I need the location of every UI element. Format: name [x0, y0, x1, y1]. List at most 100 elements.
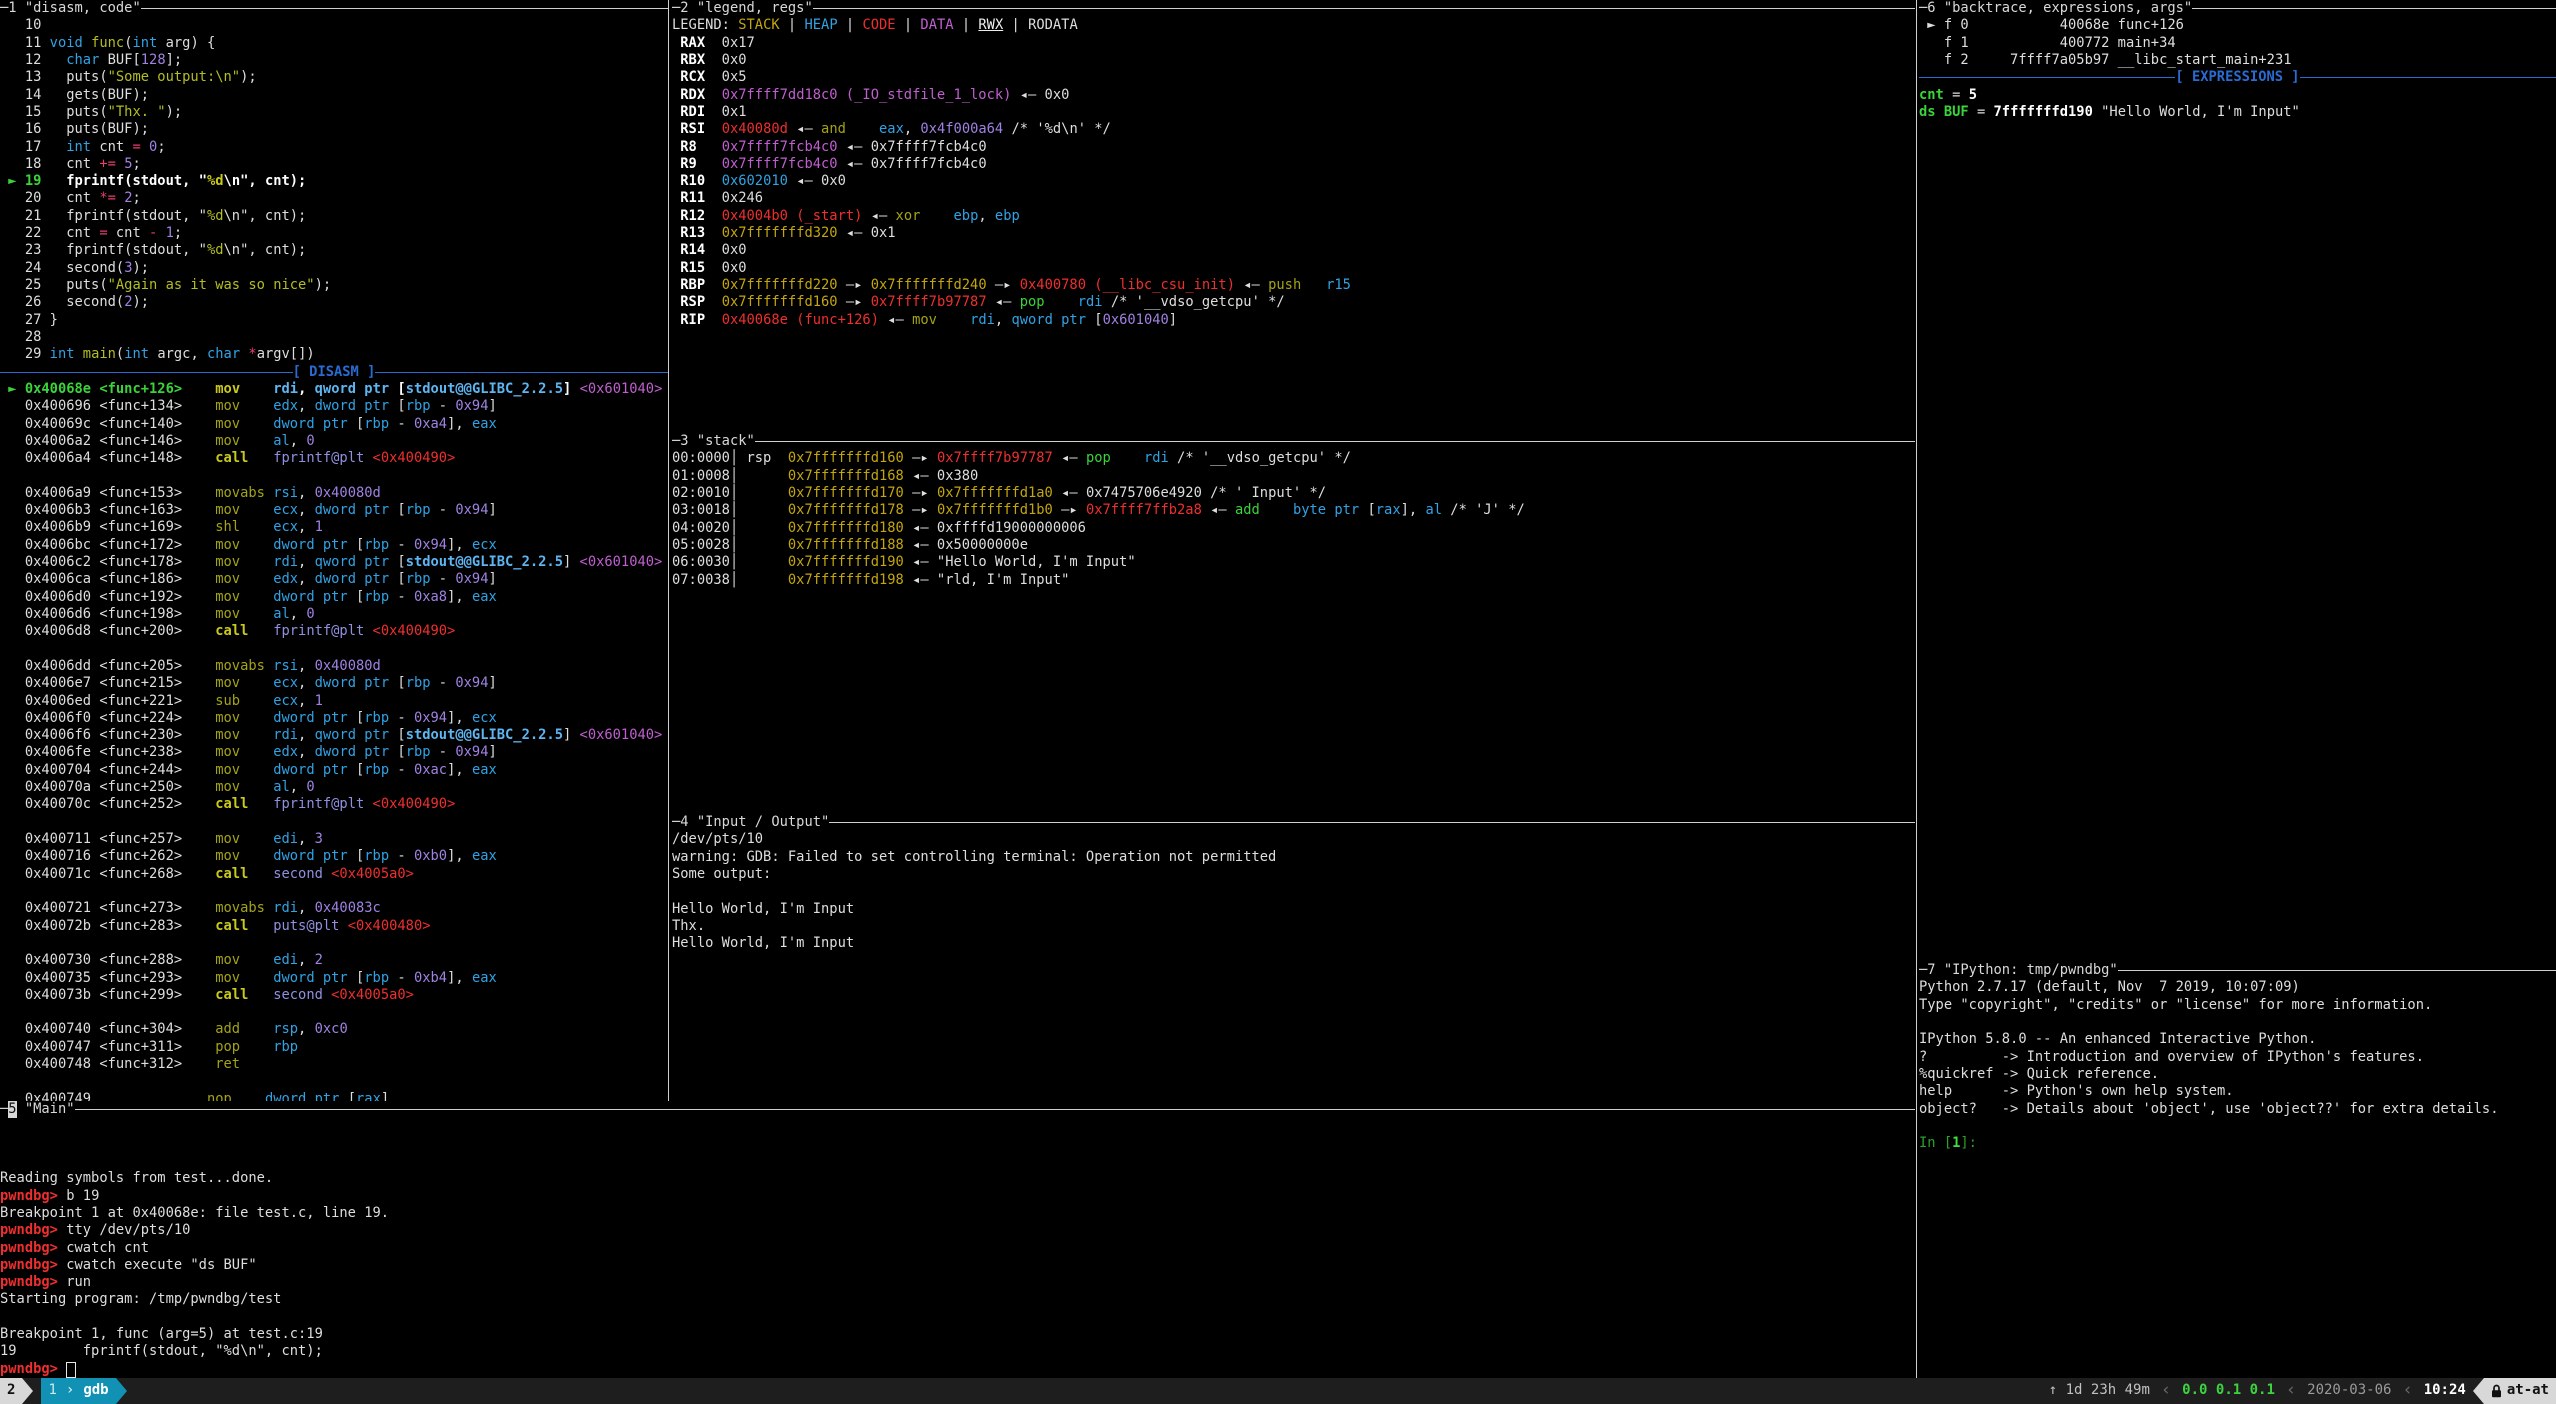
- spacer: [33, 1378, 41, 1404]
- terminal-line: [0, 467, 668, 484]
- terminal-line: 0x4006fe <func+238> mov edx, dword ptr […: [0, 744, 668, 761]
- section-separator: [ DISASM ]: [0, 364, 668, 381]
- chevron-right-icon: ›: [64, 1378, 76, 1404]
- terminal-line: RBP 0x7fffffffd220 —▸ 0x7fffffffd240 —▸ …: [672, 277, 1915, 294]
- terminal-line: 0x400735 <func+293> mov dword ptr [rbp -…: [0, 970, 668, 987]
- terminal-line: 0x4006f0 <func+224> mov dword ptr [rbp -…: [0, 710, 668, 727]
- terminal-line: IPython 5.8.0 -- An enhanced Interactive…: [1919, 1031, 2556, 1048]
- terminal-line: Python 2.7.17 (default, Nov 7 2019, 10:0…: [1919, 979, 2556, 996]
- terminal-line: [672, 883, 1915, 900]
- terminal-line: 23 fprintf(stdout, "%d\n", cnt);: [0, 242, 668, 259]
- section-separator-label: [ DISASM ]: [293, 364, 376, 381]
- terminal-line: 0x40069c <func+140> mov dword ptr [rbp -…: [0, 416, 668, 433]
- terminal-line: cnt = 5: [1919, 87, 2556, 104]
- terminal-line: 25 puts("Again as it was so nice");: [0, 277, 668, 294]
- pane-border-horizontal: [755, 441, 1915, 442]
- terminal-line: 0x400721 <func+273> movabs rdi, 0x40083c: [0, 900, 668, 917]
- terminal-line: 29 int main(int argc, char *argv[]): [0, 346, 668, 363]
- terminal-line: 11 void func(int arg) {: [0, 35, 668, 52]
- pane-disasm-code[interactable]: ─1 "disasm, code" 10 11 void func(int ar…: [0, 0, 668, 1101]
- terminal-line: ► 19 fprintf(stdout, "%d\n", cnt);: [0, 173, 668, 190]
- window-name-gdb[interactable]: gdb: [76, 1378, 115, 1404]
- terminal-line: RCX 0x5: [672, 69, 1915, 86]
- pane-border-vertical[interactable]: [668, 0, 669, 1101]
- terminal-line: 0x4006dd <func+205> movabs rsi, 0x40080d: [0, 658, 668, 675]
- pane-number: 3: [680, 433, 688, 450]
- terminal-line: pwndbg> tty /dev/pts/10: [0, 1222, 1915, 1239]
- terminal-line: 0x4006ca <func+186> mov edx, dword ptr […: [0, 571, 668, 588]
- terminal-line: 0x4006b9 <func+169> shl ecx, 1: [0, 519, 668, 536]
- session-index[interactable]: 2: [0, 1378, 22, 1404]
- terminal-line: 21 fprintf(stdout, "%d\n", cnt);: [0, 208, 668, 225]
- pane-main-gdb-console[interactable]: ─5 "Main"Reading symbols from test...don…: [0, 1101, 1915, 1378]
- terminal-line: RAX 0x17: [672, 35, 1915, 52]
- terminal-line: 0x4006c2 <func+178> mov rdi, qword ptr […: [0, 554, 668, 571]
- section-separator: [ EXPRESSIONS ]: [1919, 69, 2556, 86]
- status-left: 21›gdb: [0, 1378, 127, 1404]
- pane-ipython[interactable]: ─7 "IPython: tmp/pwndbg"Python 2.7.17 (d…: [1919, 962, 2556, 1378]
- terminal-line: Starting program: /tmp/pwndbg/test: [0, 1291, 1915, 1308]
- pane-border-horizontal: [813, 8, 1915, 9]
- pane-backtrace-expressions[interactable]: ─6 "backtrace, expressions, args" ► f 0 …: [1919, 0, 2556, 962]
- terminal-line: 0x400696 <func+134> mov edx, dword ptr […: [0, 398, 668, 415]
- pane-number: 7: [1927, 962, 1935, 979]
- terminal-line: [1919, 1118, 2556, 1135]
- pane-stack[interactable]: ─3 "stack"00:0000│ rsp 0x7fffffffd160 —▸…: [672, 433, 1915, 814]
- terminal-line: object? -> Details about 'object', use '…: [1919, 1101, 2556, 1118]
- terminal-line: 00:0000│ rsp 0x7fffffffd160 —▸ 0x7ffff7b…: [672, 450, 1915, 467]
- hostname: at-at: [2484, 1378, 2556, 1404]
- terminal-line: /dev/pts/10: [672, 831, 1915, 848]
- terminal-line: 10: [0, 17, 668, 34]
- terminal-line: RSI 0x40080d ◂— and eax, 0x4f000a64 /* '…: [672, 121, 1915, 138]
- terminal-line: Hello World, I'm Input: [672, 901, 1915, 918]
- chevron-left-icon: ‹: [2157, 1378, 2175, 1404]
- terminal-line: 0x40070c <func+252> call fprintf@plt <0x…: [0, 796, 668, 813]
- terminal-line: 0x40073b <func+299> call second <0x4005a…: [0, 987, 668, 1004]
- pane-border-vertical[interactable]: [1916, 0, 1917, 1378]
- terminal-line: 03:0018│ 0x7fffffffd178 —▸ 0x7fffffffd1b…: [672, 502, 1915, 519]
- terminal-line: 0x400711 <func+257> mov edi, 3: [0, 831, 668, 848]
- powerline-arrow-icon: [2473, 1378, 2484, 1404]
- terminal-line: [0, 1136, 1915, 1153]
- pane-legend-regs[interactable]: ─2 "legend, regs"LEGEND: STACK | HEAP | …: [672, 0, 1915, 433]
- terminal-line: 0x4006a9 <func+153> movabs rsi, 0x40080d: [0, 485, 668, 502]
- powerline-arrow-icon: [22, 1378, 33, 1404]
- uptime: ↑ 1d 23h 49m: [2042, 1378, 2157, 1404]
- terminal-line: [0, 814, 668, 831]
- terminal-line: Hello World, I'm Input: [672, 935, 1915, 952]
- terminal-line: Reading symbols from test...done.: [0, 1170, 1915, 1187]
- terminal-line: Breakpoint 1 at 0x40068e: file test.c, l…: [0, 1205, 1915, 1222]
- terminal-line: RDX 0x7ffff7dd18c0 (_IO_stdfile_1_lock) …: [672, 87, 1915, 104]
- pane-title: ─3 "stack": [672, 433, 1915, 450]
- pane-title: ─6 "backtrace, expressions, args": [1919, 0, 2556, 17]
- terminal-line: 0x4006b3 <func+163> mov ecx, dword ptr […: [0, 502, 668, 519]
- terminal-line: 19 fprintf(stdout, "%d\n", cnt);: [0, 1343, 1915, 1360]
- status-right: ↑ 1d 23h 49m‹0.0 0.1 0.1‹2020-03-06‹10:2…: [2042, 1378, 2556, 1404]
- terminal-line: Some output:: [672, 866, 1915, 883]
- pane-number: 5: [8, 1101, 16, 1118]
- terminal-line: 26 second(2);: [0, 294, 668, 311]
- terminal-line: 14 gets(BUF);: [0, 87, 668, 104]
- terminal-line: RDI 0x1: [672, 104, 1915, 121]
- pane-number: 2: [680, 0, 688, 17]
- terminal-line: 04:0020│ 0x7fffffffd180 ◂— 0xffffd190000…: [672, 520, 1915, 537]
- window-index[interactable]: 1: [41, 1378, 63, 1404]
- terminal-line: R14 0x0: [672, 242, 1915, 259]
- terminal-line: 0x4006a2 <func+146> mov al, 0: [0, 433, 668, 450]
- terminal-line: 0x4006e7 <func+215> mov ecx, dword ptr […: [0, 675, 668, 692]
- terminal-line: 0x400748 <func+312> ret: [0, 1056, 668, 1073]
- pane-border-horizontal: [75, 1109, 1915, 1110]
- terminal-line: 12 char BUF[128];: [0, 52, 668, 69]
- load-average: 0.0 0.1 0.1: [2175, 1378, 2282, 1404]
- terminal-line: R11 0x246: [672, 190, 1915, 207]
- terminal-line: [0, 641, 668, 658]
- terminal-line: 0x4006bc <func+172> mov dword ptr [rbp -…: [0, 537, 668, 554]
- terminal-line: 06:0030│ 0x7fffffffd190 ◂— "Hello World,…: [672, 554, 1915, 571]
- terminal-line: [0, 1153, 1915, 1170]
- section-separator-label: [ EXPRESSIONS ]: [2175, 69, 2299, 86]
- pane-input-output[interactable]: ─4 "Input / Output"/dev/pts/10warning: G…: [672, 814, 1915, 1101]
- terminal-line: R9 0x7ffff7fcb4c0 ◂— 0x7ffff7fcb4c0: [672, 156, 1915, 173]
- terminal-line: 0x400704 <func+244> mov dword ptr [rbp -…: [0, 762, 668, 779]
- terminal-line: f 2 7ffff7a05b97 __libc_start_main+231: [1919, 52, 2556, 69]
- terminal-line: warning: GDB: Failed to set controlling …: [672, 849, 1915, 866]
